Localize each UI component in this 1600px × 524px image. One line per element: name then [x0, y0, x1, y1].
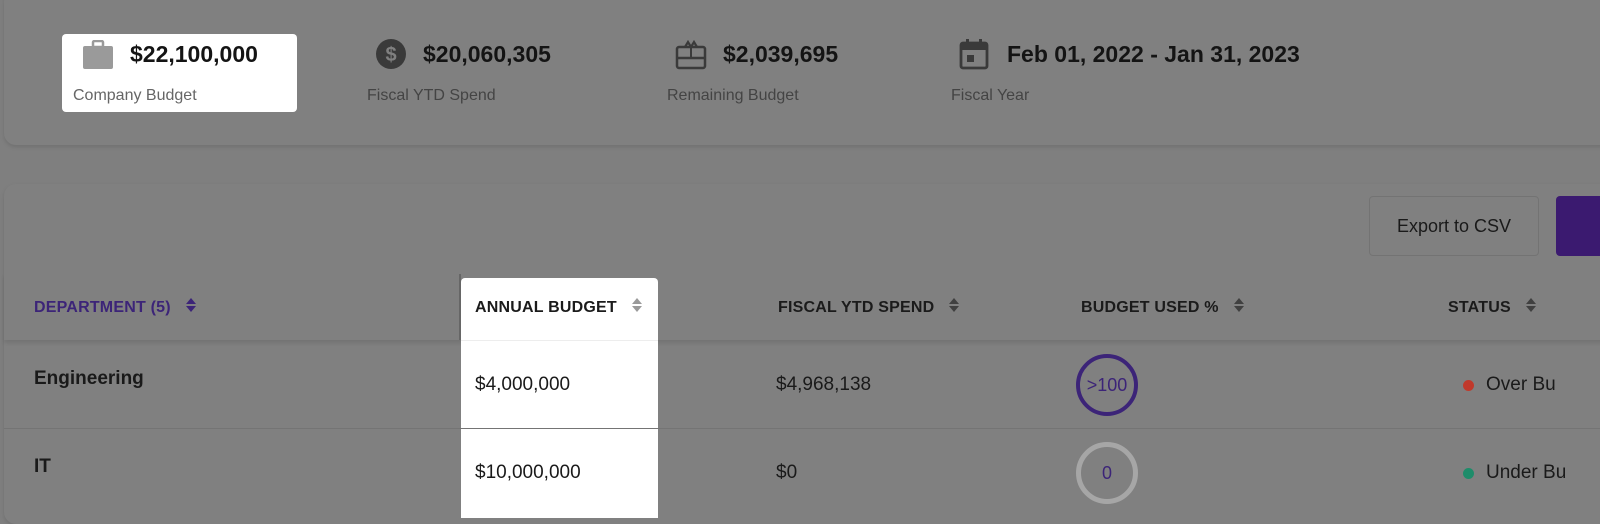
table-cell-department[interactable]: Engineering — [34, 368, 144, 390]
stat-remaining-budget[interactable]: $2,039,695 Remaining Budget — [666, 34, 906, 112]
status-badge: Under Bu — [1463, 462, 1566, 484]
column-header-department[interactable]: DEPARTMENT (5) — [34, 297, 197, 318]
sort-icon[interactable] — [631, 297, 643, 318]
status-text: Over Bu — [1486, 374, 1556, 395]
column-header-label: STATUS — [1448, 298, 1511, 316]
stat-fiscal-year[interactable]: Feb 01, 2022 - Jan 31, 2023 Fiscal Year — [951, 34, 1331, 112]
sort-icon[interactable] — [1525, 297, 1537, 318]
sort-icon[interactable] — [1233, 297, 1245, 318]
column-header-label: ANNUAL BUDGET — [475, 298, 617, 316]
sort-icon[interactable] — [948, 297, 960, 318]
sort-icon[interactable] — [185, 297, 197, 318]
table-cell-fiscal-ytd-spend: $4,968,138 — [776, 374, 872, 395]
export-csv-button[interactable]: Export to CSV — [1369, 196, 1539, 256]
primary-action-button[interactable] — [1556, 196, 1600, 256]
column-header-annual-budget[interactable]: ANNUAL BUDGET — [475, 297, 643, 318]
column-header-label: DEPARTMENT (5) — [34, 298, 171, 316]
company-budget-label: Company Budget — [73, 87, 197, 104]
remaining-budget-value: $2,039,695 — [723, 41, 839, 67]
status-badge: Over Bu — [1463, 374, 1556, 396]
row-divider — [4, 428, 1600, 429]
budget-used-value: >100 — [1086, 374, 1128, 395]
dollar-circle-icon: $ — [375, 38, 407, 75]
table-cell-annual-budget: $4,000,000 — [475, 374, 571, 395]
gift-card-icon — [675, 39, 707, 75]
budget-used-gauge: 0 — [1076, 442, 1138, 504]
remaining-budget-label: Remaining Budget — [667, 87, 799, 104]
column-header-label: BUDGET USED % — [1081, 298, 1219, 316]
column-header-budget-used[interactable]: BUDGET USED % — [1081, 297, 1245, 318]
table-cell-fiscal-ytd-spend: $0 — [776, 462, 798, 483]
status-text: Under Bu — [1486, 462, 1567, 483]
fiscal-year-value: Feb 01, 2022 - Jan 31, 2023 — [1007, 41, 1300, 67]
stat-fiscal-ytd-spend[interactable]: $ $20,060,305 Fiscal YTD Spend — [366, 34, 606, 112]
column-header-fiscal-ytd-spend[interactable]: FISCAL YTD SPEND — [778, 297, 960, 318]
table-cell-department[interactable]: IT — [34, 456, 51, 478]
stat-company-budget[interactable]: $22,100,000 Company Budget — [62, 34, 297, 112]
status-dot — [1463, 379, 1474, 391]
fiscal-ytd-spend-value: $20,060,305 — [423, 41, 551, 67]
table-cell-annual-budget: $10,000,000 — [475, 462, 581, 483]
fiscal-year-label: Fiscal Year — [951, 87, 1030, 104]
department-budget-table-card — [4, 184, 1600, 524]
budget-used-gauge: >100 — [1076, 354, 1138, 416]
fiscal-ytd-spend-label: Fiscal YTD Spend — [367, 87, 496, 104]
column-header-status[interactable]: STATUS — [1448, 297, 1537, 318]
briefcase-icon — [82, 39, 114, 75]
column-header-divider — [461, 340, 658, 341]
budget-used-value: 0 — [1101, 462, 1112, 483]
calendar-icon — [959, 38, 989, 75]
column-header-label: FISCAL YTD SPEND — [778, 298, 935, 316]
svg-text:$: $ — [385, 44, 396, 66]
company-budget-value: $22,100,000 — [130, 41, 258, 67]
status-dot — [1463, 467, 1474, 479]
